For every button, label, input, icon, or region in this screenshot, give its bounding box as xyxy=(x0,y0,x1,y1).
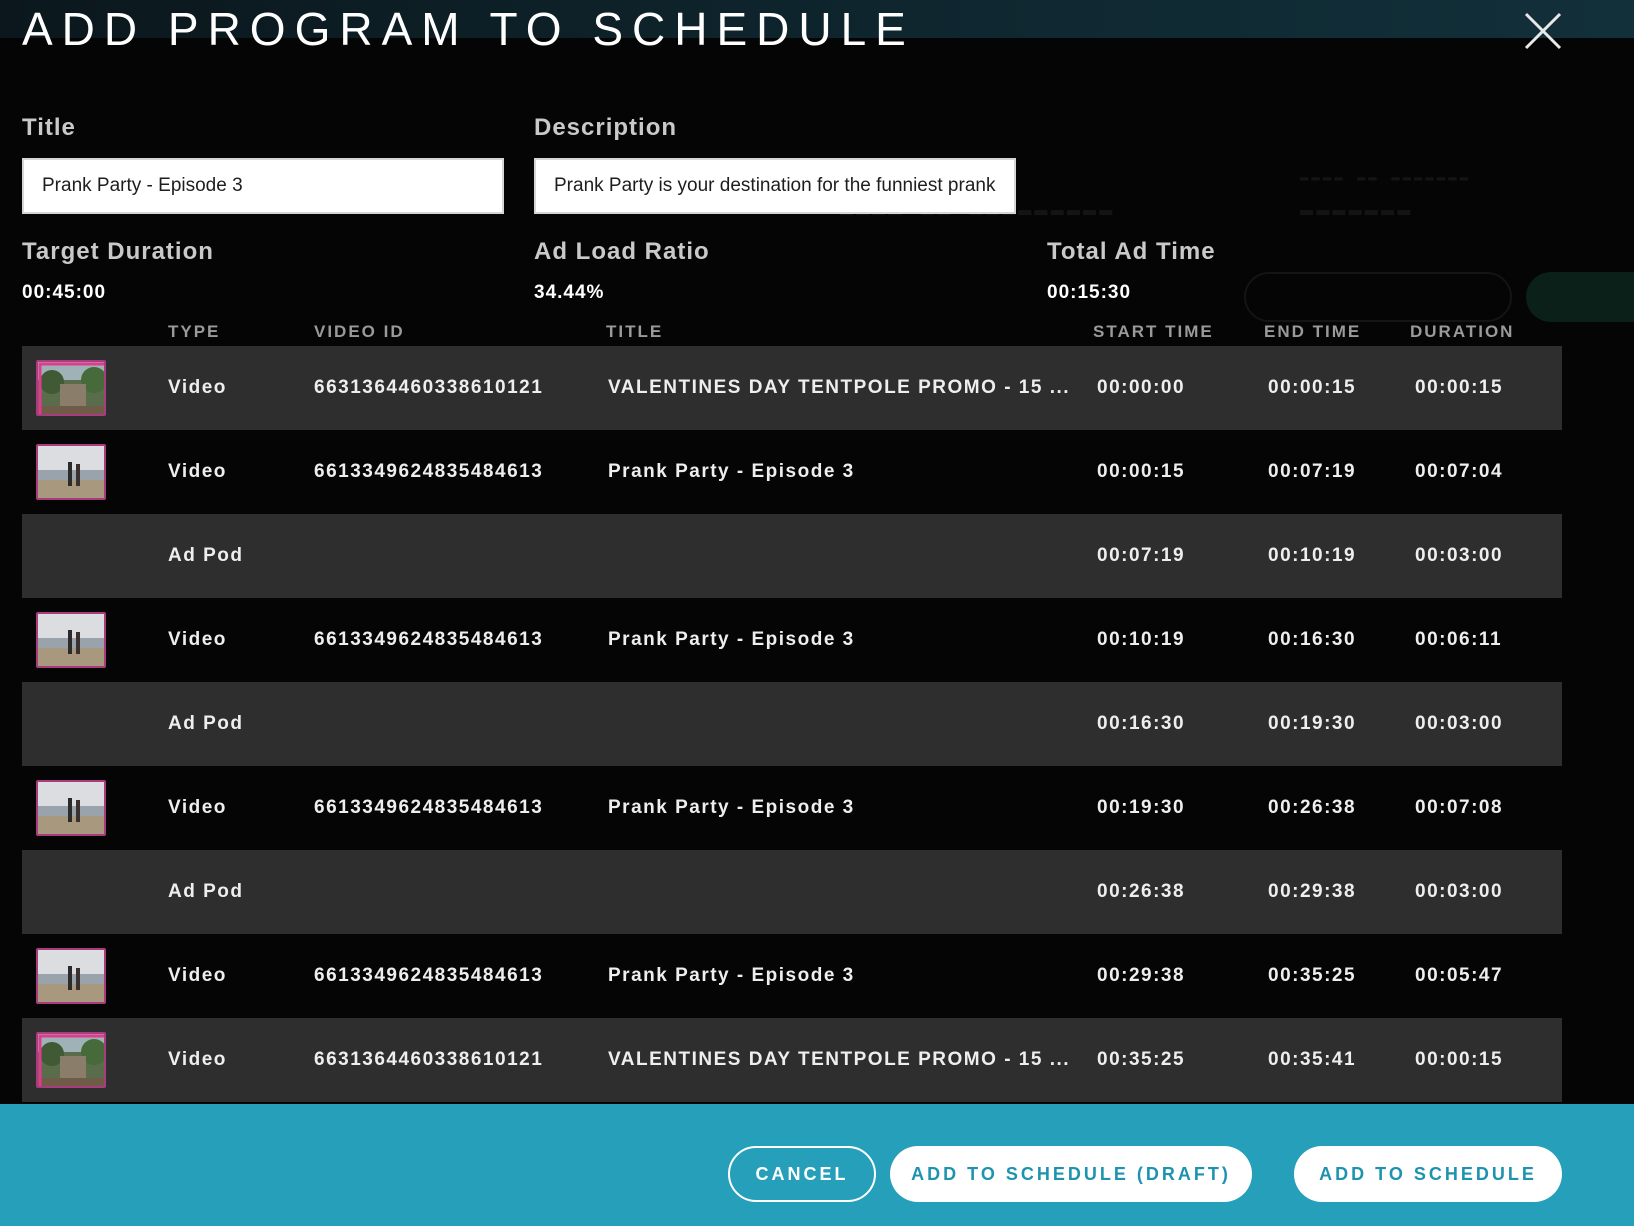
row-start-time: 00:26:38 xyxy=(1097,881,1186,902)
row-end-time: 00:35:41 xyxy=(1268,1049,1357,1070)
row-title: VALENTINES DAY TENTPOLE PROMO - 15 ... xyxy=(608,377,1068,398)
row-video-id: 6613349624835484613 xyxy=(314,461,544,482)
title-label: Title xyxy=(22,114,76,141)
row-duration: 00:03:00 xyxy=(1415,713,1504,734)
column-header-title: TITLE xyxy=(606,322,664,341)
row-title: Prank Party - Episode 3 xyxy=(608,461,855,482)
row-end-time: 00:26:38 xyxy=(1268,797,1357,818)
table-row[interactable]: Video 6613349624835484613 Prank Party - … xyxy=(22,598,1562,682)
add-to-schedule-button[interactable]: ADD TO SCHEDULE xyxy=(1294,1146,1562,1202)
row-title: Prank Party - Episode 3 xyxy=(608,629,855,650)
row-start-time: 00:35:25 xyxy=(1097,1049,1186,1070)
row-video-id: 6631364460338610121 xyxy=(314,1049,544,1070)
row-video-id: 6631364460338610121 xyxy=(314,377,544,398)
video-thumbnail xyxy=(36,1032,106,1088)
row-type: Video xyxy=(168,629,227,650)
row-end-time: 00:10:19 xyxy=(1268,545,1357,566)
modal-title: ADD PROGRAM TO SCHEDULE xyxy=(22,3,915,55)
modal-footer: CANCEL ADD TO SCHEDULE (DRAFT) ADD TO SC… xyxy=(0,1104,1634,1226)
table-row[interactable]: Video 6613349624835484613 Prank Party - … xyxy=(22,430,1562,514)
row-end-time: 00:29:38 xyxy=(1268,881,1357,902)
row-end-time: 00:00:15 xyxy=(1268,377,1357,398)
row-end-time: 00:07:19 xyxy=(1268,461,1357,482)
video-thumbnail xyxy=(36,444,106,500)
table-row[interactable]: Ad Pod 00:16:30 00:19:30 00:03:00 xyxy=(22,682,1562,766)
video-thumbnail xyxy=(36,948,106,1004)
table-row[interactable]: Video 6613349624835484613 Prank Party - … xyxy=(22,766,1562,850)
column-header-end-time: END TIME xyxy=(1264,322,1362,341)
total-ad-time-label: Total Ad Time xyxy=(1047,238,1216,265)
video-thumbnail xyxy=(36,360,106,416)
video-thumbnail xyxy=(36,612,106,668)
row-end-time: 00:35:25 xyxy=(1268,965,1357,986)
row-type: Video xyxy=(168,1049,227,1070)
row-title: Prank Party - Episode 3 xyxy=(608,797,855,818)
row-type: Video xyxy=(168,965,227,986)
video-thumbnail xyxy=(36,780,106,836)
row-duration: 00:03:00 xyxy=(1415,881,1504,902)
table-row[interactable]: Video 6631364460338610121 VALENTINES DAY… xyxy=(22,1018,1562,1102)
add-program-modal: ADD PROGRAM TO SCHEDULE Title Descriptio… xyxy=(0,0,1634,1226)
row-video-id: 6613349624835484613 xyxy=(314,797,544,818)
table-header: TYPE VIDEO ID TITLE START TIME END TIME … xyxy=(22,318,1562,346)
description-field[interactable] xyxy=(534,158,1016,214)
target-duration-value: 00:45:00 xyxy=(22,282,107,303)
row-duration: 00:03:00 xyxy=(1415,545,1504,566)
table-row[interactable]: Video 6613349624835484613 Prank Party - … xyxy=(22,934,1562,1018)
row-video-id: 6613349624835484613 xyxy=(314,629,544,650)
row-duration: 00:00:15 xyxy=(1415,377,1504,398)
row-start-time: 00:10:19 xyxy=(1097,629,1186,650)
column-header-type: TYPE xyxy=(168,322,221,341)
row-duration: 00:06:11 xyxy=(1415,629,1503,650)
row-type: Ad Pod xyxy=(168,713,244,734)
row-start-time: 00:16:30 xyxy=(1097,713,1186,734)
program-segments-table: Video 6631364460338610121 VALENTINES DAY… xyxy=(22,346,1562,1102)
row-type: Ad Pod xyxy=(168,545,244,566)
row-duration: 00:05:47 xyxy=(1415,965,1504,986)
row-title: Prank Party - Episode 3 xyxy=(608,965,855,986)
row-start-time: 00:29:38 xyxy=(1097,965,1186,986)
row-type: Video xyxy=(168,461,227,482)
row-end-time: 00:16:30 xyxy=(1268,629,1357,650)
description-label: Description xyxy=(534,114,678,141)
column-header-video-id: VIDEO ID xyxy=(314,322,405,341)
row-start-time: 00:19:30 xyxy=(1097,797,1186,818)
row-video-id: 6613349624835484613 xyxy=(314,965,544,986)
title-field[interactable] xyxy=(22,158,504,214)
column-header-duration: DURATION xyxy=(1410,322,1515,341)
row-start-time: 00:00:15 xyxy=(1097,461,1186,482)
row-start-time: 00:07:19 xyxy=(1097,545,1186,566)
row-type: Video xyxy=(168,797,227,818)
table-row[interactable]: Video 6631364460338610121 VALENTINES DAY… xyxy=(22,346,1562,430)
close-icon[interactable] xyxy=(1520,8,1566,54)
row-duration: 00:07:08 xyxy=(1415,797,1504,818)
ad-load-ratio-value: 34.44% xyxy=(534,282,605,303)
row-duration: 00:00:15 xyxy=(1415,1049,1504,1070)
total-ad-time-value: 00:15:30 xyxy=(1047,282,1132,303)
row-type: Video xyxy=(168,377,227,398)
table-row[interactable]: Ad Pod 00:26:38 00:29:38 00:03:00 xyxy=(22,850,1562,934)
target-duration-label: Target Duration xyxy=(22,238,214,265)
row-duration: 00:07:04 xyxy=(1415,461,1504,482)
ad-load-ratio-label: Ad Load Ratio xyxy=(534,238,710,265)
column-header-start-time: START TIME xyxy=(1093,322,1214,341)
table-row[interactable]: Ad Pod 00:07:19 00:10:19 00:03:00 xyxy=(22,514,1562,598)
add-to-schedule-draft-button[interactable]: ADD TO SCHEDULE (DRAFT) xyxy=(890,1146,1252,1202)
row-end-time: 00:19:30 xyxy=(1268,713,1357,734)
cancel-button[interactable]: CANCEL xyxy=(728,1146,876,1202)
row-start-time: 00:00:00 xyxy=(1097,377,1186,398)
row-title: VALENTINES DAY TENTPOLE PROMO - 15 ... xyxy=(608,1049,1068,1070)
row-type: Ad Pod xyxy=(168,881,244,902)
